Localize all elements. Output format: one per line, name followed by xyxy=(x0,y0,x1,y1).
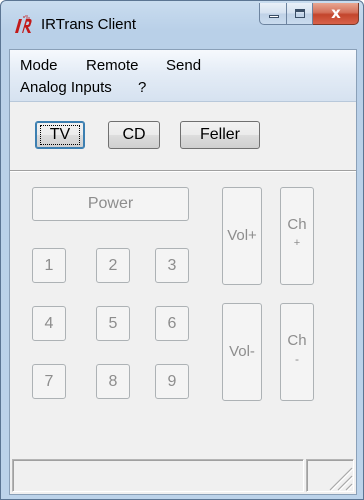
remote-selector: TV CD Feller xyxy=(10,103,356,165)
minimize-button[interactable] xyxy=(259,3,287,25)
close-button[interactable]: x xyxy=(313,3,359,25)
digit-label: 8 xyxy=(108,373,118,390)
digit-label: 7 xyxy=(44,373,54,390)
channel-up-sign: + xyxy=(293,237,301,249)
resize-grip-icon[interactable] xyxy=(324,462,354,492)
remote-cd-button[interactable]: CD xyxy=(108,121,160,149)
digit-8-button[interactable]: 8 xyxy=(96,364,130,399)
menu-mode[interactable]: Mode xyxy=(20,56,58,76)
title-bar[interactable]: IRTrans Client x xyxy=(1,1,363,49)
keypad-panel: Power 1 2 3 4 5 6 7 8 9 Vol+ Ch + Vol- C… xyxy=(10,172,356,452)
irtrans-logo-icon xyxy=(15,15,32,33)
digit-6-button[interactable]: 6 xyxy=(155,306,189,341)
menu-bar: Mode Remote Send Analog Inputs ? xyxy=(10,50,356,102)
menu-analog-inputs[interactable]: Analog Inputs xyxy=(20,78,112,98)
volume-down-button[interactable]: Vol- xyxy=(222,303,262,401)
status-bar xyxy=(10,455,356,494)
digit-9-button[interactable]: 9 xyxy=(155,364,189,399)
digit-5-button[interactable]: 5 xyxy=(96,306,130,341)
channel-up-button[interactable]: Ch + xyxy=(280,187,314,285)
digit-2-button[interactable]: 2 xyxy=(96,248,130,283)
remote-feller-label: Feller xyxy=(199,126,240,143)
client-area: Mode Remote Send Analog Inputs ? TV CD F… xyxy=(9,49,357,495)
focus-rectangle xyxy=(40,125,80,145)
window-title: IRTrans Client xyxy=(41,16,137,33)
remote-cd-label: CD xyxy=(122,126,146,143)
digit-label: 4 xyxy=(44,315,54,332)
remote-feller-button[interactable]: Feller xyxy=(180,121,260,149)
caption-buttons: x xyxy=(259,3,359,25)
volume-up-label: Vol+ xyxy=(227,227,257,244)
status-pane-main xyxy=(12,459,304,492)
power-button[interactable]: Power xyxy=(32,187,189,221)
menu-help[interactable]: ? xyxy=(138,78,146,98)
volume-up-button[interactable]: Vol+ xyxy=(222,187,262,285)
minimize-icon xyxy=(269,15,279,18)
close-icon: x xyxy=(331,4,341,22)
maximize-icon xyxy=(295,9,305,18)
volume-down-label: Vol- xyxy=(229,343,255,360)
digit-label: 5 xyxy=(108,315,118,332)
menu-remote[interactable]: Remote xyxy=(86,56,139,76)
channel-up-label: Ch xyxy=(287,216,307,233)
menu-send[interactable]: Send xyxy=(166,56,201,76)
digit-label: 2 xyxy=(108,257,118,274)
channel-down-button[interactable]: Ch - xyxy=(280,303,314,401)
channel-down-label: Ch xyxy=(287,332,307,349)
power-label: Power xyxy=(87,195,134,212)
digit-4-button[interactable]: 4 xyxy=(32,306,66,341)
digit-3-button[interactable]: 3 xyxy=(155,248,189,283)
irtrans-client-window: IRTrans Client x Mode Remote Send Analog… xyxy=(0,0,364,500)
maximize-button[interactable] xyxy=(287,3,313,25)
digit-7-button[interactable]: 7 xyxy=(32,364,66,399)
digit-label: 3 xyxy=(167,257,177,274)
digit-label: 6 xyxy=(167,315,177,332)
channel-down-sign: - xyxy=(295,352,299,366)
digit-label: 1 xyxy=(44,257,54,274)
remote-tv-button[interactable]: TV xyxy=(35,121,85,149)
digit-label: 9 xyxy=(167,373,177,390)
digit-1-button[interactable]: 1 xyxy=(32,248,66,283)
